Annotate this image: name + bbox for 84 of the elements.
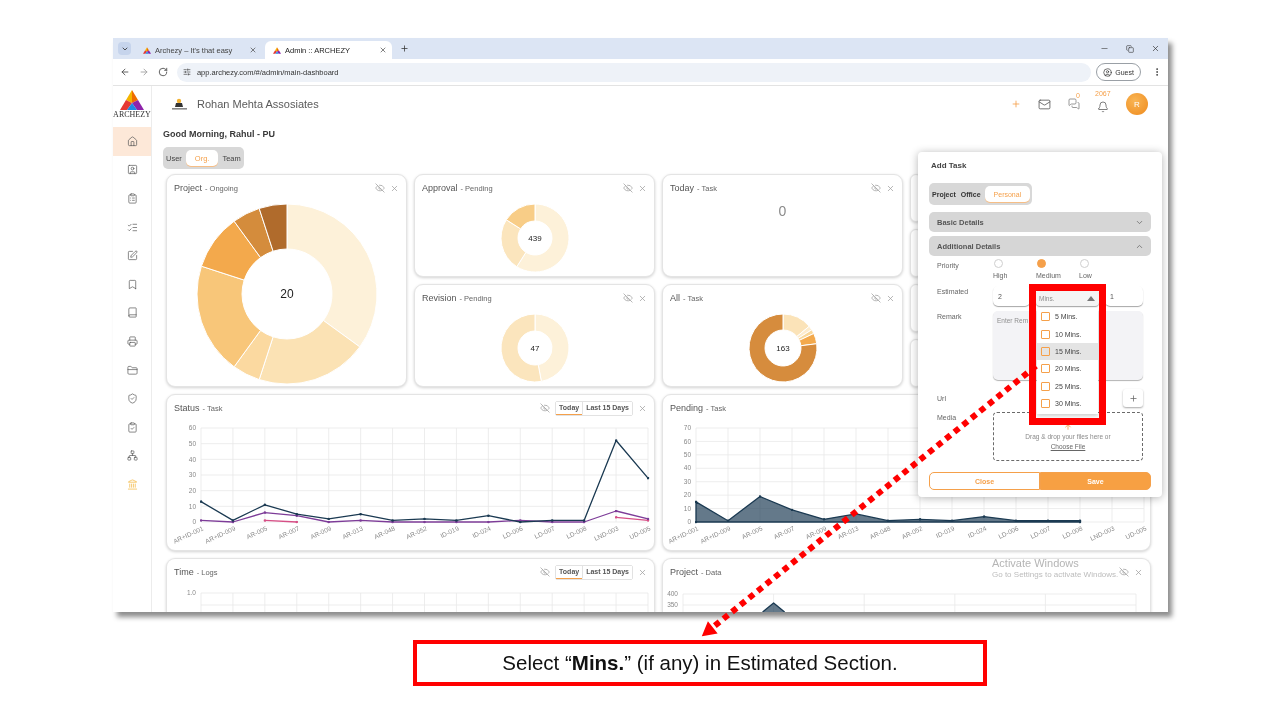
checkbox[interactable] bbox=[1041, 329, 1050, 339]
close-icon[interactable] bbox=[638, 183, 647, 193]
chat-icon[interactable] bbox=[1068, 98, 1080, 110]
printer-icon bbox=[126, 335, 138, 347]
donut-total: 163 bbox=[775, 343, 790, 353]
app-logo-icon bbox=[120, 90, 144, 110]
card-title: Project bbox=[174, 183, 202, 193]
close-icon[interactable] bbox=[638, 293, 647, 303]
nav-item[interactable] bbox=[113, 127, 151, 156]
bell-icon[interactable] bbox=[1097, 100, 1109, 113]
clipboard-check-icon bbox=[126, 421, 138, 433]
close-icon[interactable] bbox=[1134, 567, 1143, 577]
eye-slash-icon[interactable] bbox=[540, 403, 551, 413]
clipboard-list-icon bbox=[126, 193, 138, 204]
back-icon[interactable] bbox=[120, 67, 130, 77]
close-icon[interactable] bbox=[1151, 44, 1160, 53]
eye-slash-icon[interactable] bbox=[1119, 567, 1129, 577]
upload-arrow-icon bbox=[1064, 422, 1072, 431]
donut-total: 47 bbox=[530, 343, 539, 353]
eye-slash-icon[interactable] bbox=[871, 293, 881, 303]
forward-icon[interactable] bbox=[138, 67, 149, 77]
close-icon[interactable] bbox=[249, 46, 257, 54]
bank-icon bbox=[126, 478, 138, 490]
user-card-icon bbox=[126, 164, 138, 176]
card-title: Approval bbox=[422, 183, 458, 193]
add-url-button[interactable] bbox=[1123, 389, 1143, 407]
panel-title: Add Task bbox=[931, 161, 968, 171]
shield-icon bbox=[126, 393, 138, 405]
user-icon bbox=[1103, 67, 1113, 77]
checkbox[interactable] bbox=[1041, 364, 1050, 374]
eye-slash-icon[interactable] bbox=[871, 183, 881, 193]
mail-icon[interactable] bbox=[1038, 97, 1051, 111]
company-name: Rohan Mehta Assosiates bbox=[197, 98, 319, 110]
tab-list-button[interactable] bbox=[118, 42, 131, 55]
task-count: 0 bbox=[777, 203, 788, 219]
card-title: Today bbox=[670, 183, 695, 193]
eye-slash-icon[interactable] bbox=[375, 183, 385, 193]
activation-title: Activate Windows bbox=[992, 557, 1080, 570]
close-icon[interactable] bbox=[638, 567, 647, 577]
eye-slash-icon[interactable] bbox=[623, 183, 633, 193]
donut-total: 439 bbox=[527, 233, 542, 243]
reload-icon[interactable] bbox=[157, 67, 168, 77]
edit-icon bbox=[126, 250, 138, 262]
card-title: Status bbox=[174, 403, 200, 413]
radio-button[interactable] bbox=[1037, 259, 1046, 268]
favicon-icon bbox=[273, 46, 281, 54]
donut-total: 20 bbox=[279, 287, 294, 302]
logo-text: ARCHEZY bbox=[113, 110, 151, 120]
donut-slice bbox=[500, 313, 542, 383]
plus-icon[interactable] bbox=[1011, 99, 1021, 109]
plus-icon bbox=[1128, 393, 1138, 403]
eye-slash-icon[interactable] bbox=[623, 293, 633, 303]
card-title: Revision bbox=[422, 293, 457, 303]
new-tab-icon[interactable] bbox=[400, 44, 409, 53]
caret-up-icon bbox=[1087, 296, 1095, 301]
checkbox[interactable] bbox=[1041, 399, 1050, 409]
instruction-caption: Select “Mins.” (if any) in Estimated Section. bbox=[413, 640, 987, 686]
card-title: Time bbox=[174, 567, 194, 577]
radio-button[interactable] bbox=[994, 259, 1003, 268]
network-icon bbox=[126, 450, 138, 462]
close-icon[interactable] bbox=[638, 403, 647, 413]
eye-slash-icon[interactable] bbox=[540, 567, 551, 577]
close-icon[interactable] bbox=[886, 293, 895, 303]
favicon-icon bbox=[143, 46, 151, 54]
folder-icon bbox=[126, 364, 138, 376]
company-logo-icon bbox=[172, 98, 187, 110]
card-title: Project bbox=[670, 567, 698, 577]
checkbox[interactable] bbox=[1041, 381, 1050, 391]
line-peak-drawing bbox=[761, 602, 786, 612]
card-title: All bbox=[670, 293, 680, 303]
greeting: Good Morning, Rahul - PU bbox=[163, 129, 276, 140]
card-title: Pending bbox=[670, 403, 704, 413]
close-icon[interactable] bbox=[379, 46, 387, 54]
book-icon bbox=[126, 307, 138, 319]
home-icon bbox=[126, 135, 138, 147]
checklist-icon bbox=[126, 221, 138, 233]
checkbox[interactable] bbox=[1041, 346, 1050, 356]
close-icon[interactable] bbox=[390, 183, 399, 193]
radio-button[interactable] bbox=[1080, 259, 1089, 268]
bookmark-icon bbox=[126, 278, 138, 290]
close-icon[interactable] bbox=[886, 183, 895, 193]
restore-icon[interactable] bbox=[1126, 44, 1134, 53]
checkbox[interactable] bbox=[1041, 312, 1050, 322]
site-info-icon[interactable] bbox=[182, 68, 191, 76]
